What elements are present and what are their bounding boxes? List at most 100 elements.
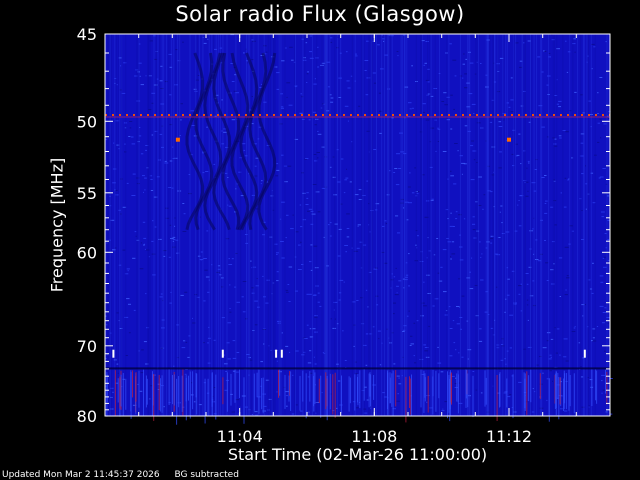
texture-pixel: [455, 211, 458, 213]
texture-pixel: [122, 249, 126, 251]
texture-pixel: [167, 187, 172, 188]
texture-pixel: [347, 120, 349, 122]
texture-pixel: [602, 257, 605, 259]
texture-pixel: [565, 289, 567, 291]
texture-pixel: [180, 119, 182, 121]
texture-pixel: [128, 332, 131, 334]
band-streak: [369, 372, 371, 397]
texture-pixel: [526, 299, 529, 301]
texture-pixel: [298, 244, 301, 246]
texture-streak: [381, 34, 383, 416]
texture-pixel: [276, 254, 278, 255]
texture-pixel: [229, 284, 231, 286]
texture-pixel: [423, 281, 425, 283]
texture-pixel: [308, 208, 313, 210]
texture-pixel: [440, 266, 443, 268]
texture-pixel: [305, 204, 309, 205]
texture-streak: [502, 34, 504, 416]
texture-pixel: [344, 360, 347, 361]
texture-pixel: [140, 242, 143, 244]
band-streak: [389, 372, 391, 404]
white-marker: [221, 349, 224, 358]
texture-pixel: [251, 123, 254, 125]
band-streak: [299, 375, 301, 411]
texture-pixel: [127, 270, 129, 272]
texture-pixel: [337, 255, 341, 257]
texture-pixel: [394, 168, 398, 169]
texture-pixel: [182, 231, 187, 232]
texture-pixel: [236, 352, 240, 353]
texture-pixel: [262, 275, 264, 277]
texture-pixel: [526, 167, 528, 169]
texture-pixel: [309, 57, 314, 59]
texture-pixel: [313, 356, 315, 358]
band-streak: [539, 373, 541, 400]
texture-pixel: [408, 253, 410, 255]
texture-streak: [548, 34, 550, 416]
texture-pixel: [449, 225, 454, 227]
texture-streak: [572, 34, 574, 416]
texture-streak: [387, 34, 389, 416]
texture-pixel: [332, 156, 335, 158]
background-note: BG subtracted: [174, 470, 239, 480]
texture-pixel: [526, 304, 529, 306]
texture-pixel: [358, 105, 361, 107]
texture-streak: [325, 34, 327, 416]
band-streak: [117, 378, 119, 403]
texture-streak: [434, 34, 436, 416]
texture-pixel: [532, 228, 534, 230]
texture-streak: [429, 34, 431, 416]
texture-pixel: [461, 173, 463, 175]
band-streak: [591, 369, 593, 406]
texture-streak: [577, 34, 579, 416]
texture-pixel: [537, 56, 541, 58]
y-axis-label: Frequency [MHz]: [47, 157, 67, 293]
texture-pixel: [207, 342, 209, 344]
texture-pixel: [241, 296, 244, 298]
texture-pixel: [261, 180, 263, 182]
texture-streak: [166, 34, 168, 416]
texture-pixel: [180, 103, 183, 105]
texture-pixel: [455, 377, 457, 379]
texture-pixel: [440, 371, 444, 373]
texture-pixel: [573, 38, 576, 40]
texture-pixel: [180, 294, 184, 296]
texture-pixel: [200, 259, 202, 261]
texture-pixel: [378, 92, 381, 94]
texture-streak: [334, 34, 336, 416]
texture-pixel: [113, 142, 115, 144]
texture-pixel: [141, 349, 144, 351]
y-tick-label: 70: [77, 337, 97, 356]
texture-pixel: [526, 283, 529, 285]
band-streak: [557, 372, 559, 399]
texture-pixel: [207, 38, 209, 40]
texture-pixel: [442, 151, 447, 152]
texture-pixel: [300, 241, 302, 243]
texture-pixel: [144, 248, 146, 250]
band-streak: [176, 378, 178, 425]
band-streak: [472, 375, 474, 418]
texture-pixel: [308, 119, 311, 121]
texture-pixel: [573, 327, 576, 329]
texture-pixel: [143, 244, 145, 246]
texture-pixel: [454, 143, 458, 144]
texture-pixel: [276, 360, 278, 362]
texture-pixel: [288, 266, 293, 268]
texture-streak: [136, 34, 138, 416]
texture-pixel: [423, 64, 426, 66]
texture-pixel: [346, 213, 350, 215]
texture-pixel: [511, 153, 514, 155]
texture-pixel: [544, 175, 547, 176]
texture-pixel: [299, 112, 303, 114]
texture-pixel: [599, 176, 604, 178]
band-streak: [524, 373, 526, 411]
texture-streak: [363, 34, 365, 416]
texture-streak: [173, 34, 175, 416]
texture-pixel: [605, 41, 607, 43]
texture-streak: [119, 34, 121, 416]
texture-pixel: [601, 211, 605, 213]
texture-pixel: [528, 162, 530, 164]
texture-pixel: [516, 154, 520, 156]
texture-streak: [372, 34, 373, 416]
texture-pixel: [260, 183, 262, 185]
